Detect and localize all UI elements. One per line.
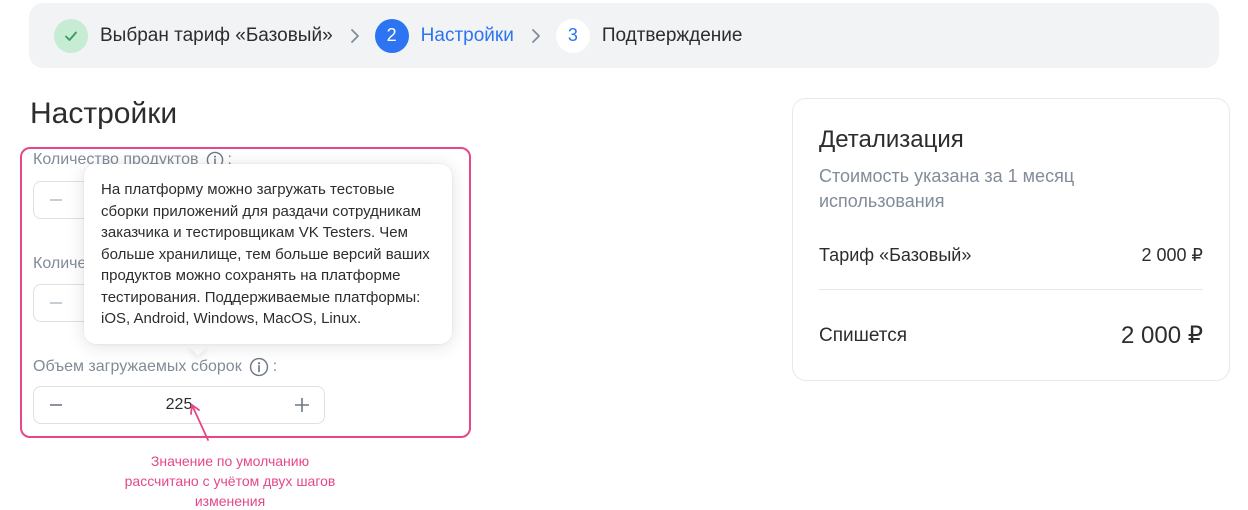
step-tariff[interactable]: Выбран тариф «Базовый» [54,18,333,53]
checkout-stepper: Выбран тариф «Базовый» 2 Настройки 3 Под… [29,3,1219,68]
total-row: Спишется 2 000 ₽ [819,321,1203,350]
step-tariff-label: Выбран тариф «Базовый» [100,24,333,46]
total-label: Спишется [819,324,908,346]
step-number: 3 [555,18,590,53]
arrow-icon [190,404,209,441]
step-number: 2 [374,18,409,53]
chevron-right-icon [350,28,360,44]
info-tooltip: На платформу можно загружать тестовые сб… [84,164,452,344]
step-settings[interactable]: 2 Настройки [374,18,514,53]
page-title: Настройки [30,97,178,130]
divider [819,289,1203,290]
details-title: Детализация [819,126,964,153]
check-icon [65,31,77,41]
step-done-badge [54,18,88,53]
details-subtitle: Стоимость указана за 1 месяц использован… [819,166,1075,211]
tariff-price: 2 000 ₽ [1141,245,1204,265]
chevron-right-icon [531,28,541,44]
step-confirmation[interactable]: 3 Подтверждение [555,18,743,53]
step-settings-label: Настройки [420,24,514,46]
tariff-label: Тариф «Базовый» [819,245,972,265]
step-confirmation-label: Подтверждение [601,24,743,46]
details-card: Детализация Стоимость указана за 1 месяц… [792,98,1230,381]
tariff-row: Тариф «Базовый» 2 000 ₽ [819,245,1203,266]
total-price: 2 000 ₽ [1121,322,1203,349]
annotation-note: Значение по умолчанию рассчитано с учёто… [124,453,336,509]
